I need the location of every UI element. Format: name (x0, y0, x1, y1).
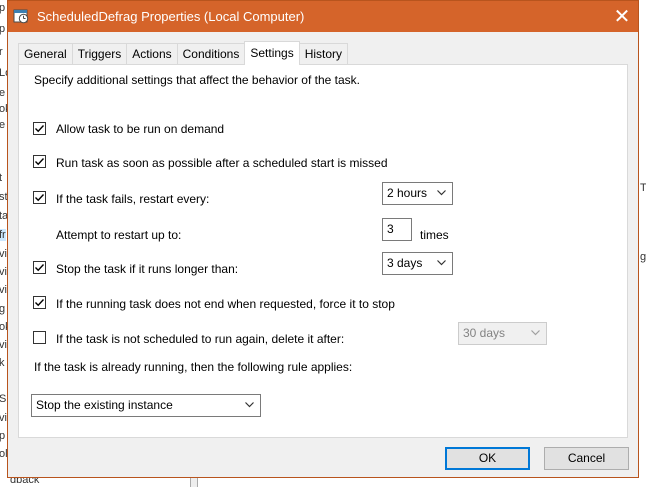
checkmark-icon (35, 264, 45, 272)
tab-strip: General Triggers Actions Conditions Sett… (18, 41, 349, 65)
background-text: r (0, 46, 3, 58)
ok-button[interactable]: OK (445, 447, 530, 470)
background-text: e (0, 87, 5, 99)
background-text: g (0, 303, 5, 315)
cancel-button[interactable]: Cancel (544, 447, 629, 470)
background-text: p (0, 430, 5, 442)
background-text: p (0, 23, 5, 35)
chevron-down-icon (245, 402, 254, 408)
restart-attempts-input[interactable]: 3 (382, 218, 412, 241)
properties-dialog: ScheduledDefrag Properties (Local Comput… (7, 0, 639, 478)
restart-on-fail-label[interactable]: If the task fails, restart every: (56, 192, 209, 206)
settings-panel: Specify additional settings that affect … (18, 64, 628, 438)
allow-on-demand-label[interactable]: Allow task to be run on demand (56, 122, 224, 136)
background-window-right-edge: T g (638, 30, 646, 487)
stop-duration-value: 3 days (387, 256, 423, 270)
tab-conditions[interactable]: Conditions (176, 43, 246, 65)
settings-intro: Specify additional settings that affect … (34, 73, 360, 87)
background-text: vi (0, 339, 7, 351)
running-rule-label: If the task is already running, then the… (34, 360, 353, 374)
background-text: vi (0, 266, 7, 278)
restart-attempts-label: Attempt to restart up to: (56, 228, 182, 242)
restart-interval-value: 2 hours (387, 186, 428, 200)
restart-interval-dropdown[interactable]: 2 hours (382, 182, 453, 205)
chevron-down-icon (437, 260, 446, 266)
tab-triggers[interactable]: Triggers (71, 43, 128, 65)
restart-on-fail-checkbox[interactable] (33, 191, 46, 204)
checkmark-icon (35, 299, 45, 307)
delete-after-dropdown[interactable]: 30 days (458, 322, 547, 345)
tab-general[interactable]: General (18, 43, 73, 65)
background-text: S (0, 393, 6, 405)
restart-attempts-suffix: times (420, 228, 449, 242)
run-asap-label[interactable]: Run task as soon as possible after a sch… (56, 156, 388, 170)
background-window-bottom-edge: dback (0, 478, 646, 487)
background-text: e (0, 119, 5, 131)
close-icon: ✕ (613, 5, 631, 28)
delete-if-not-scheduled-label[interactable]: If the task is not scheduled to run agai… (56, 332, 344, 346)
close-button[interactable]: ✕ (606, 1, 638, 32)
stop-if-longer-label[interactable]: Stop the task if it runs longer than: (56, 262, 238, 276)
running-rule-dropdown[interactable]: Stop the existing instance (31, 394, 261, 417)
chevron-down-icon (531, 330, 540, 336)
tab-settings[interactable]: Settings (244, 41, 300, 65)
delete-if-not-scheduled-checkbox[interactable] (33, 331, 46, 344)
allow-on-demand-checkbox[interactable] (33, 122, 46, 135)
delete-after-value: 30 days (463, 326, 506, 340)
dialog-title: ScheduledDefrag Properties (Local Comput… (37, 9, 305, 24)
title-bar[interactable]: ScheduledDefrag Properties (Local Comput… (8, 1, 638, 32)
checkmark-icon (35, 125, 45, 133)
stop-if-longer-checkbox[interactable] (33, 261, 46, 274)
background-text: vi (0, 284, 7, 296)
background-text: vi (0, 248, 7, 260)
checkmark-icon (35, 194, 45, 202)
checkmark-icon (35, 158, 45, 166)
background-text: g (640, 251, 646, 263)
tab-actions[interactable]: Actions (126, 43, 178, 65)
stop-duration-dropdown[interactable]: 3 days (382, 252, 453, 275)
background-text: fr (0, 229, 6, 241)
background-text: vi (0, 412, 7, 424)
background-text: k (0, 357, 5, 369)
background-scrollbar (190, 478, 198, 487)
background-text: dback (10, 478, 40, 486)
background-text: t (0, 172, 2, 184)
chevron-down-icon (437, 190, 446, 196)
restart-attempts-value: 3 (387, 222, 394, 236)
force-stop-label[interactable]: If the running task does not end when re… (56, 297, 395, 311)
running-rule-value: Stop the existing instance (36, 398, 173, 412)
task-scheduler-icon (13, 8, 29, 24)
run-asap-checkbox[interactable] (33, 155, 46, 168)
tab-history[interactable]: History (298, 43, 349, 65)
force-stop-checkbox[interactable] (33, 296, 46, 309)
background-text: p (0, 2, 5, 14)
background-text: T (640, 182, 646, 194)
